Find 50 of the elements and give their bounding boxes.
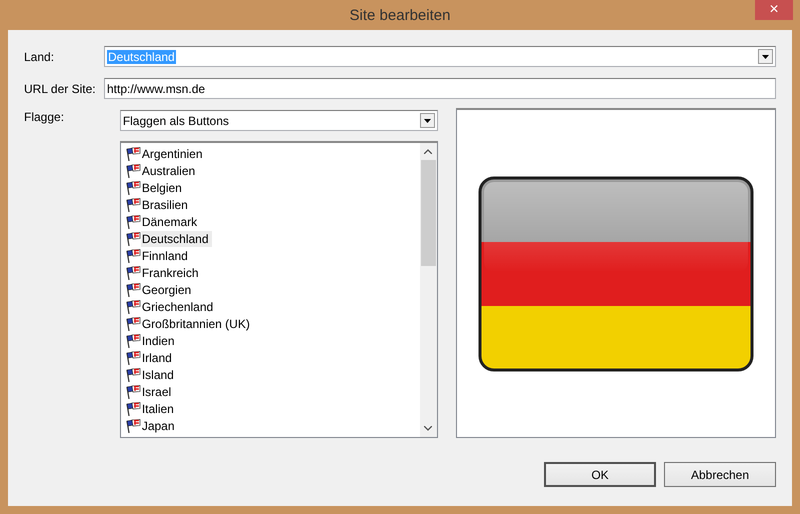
ok-button[interactable]: OK <box>544 462 656 487</box>
list-item[interactable]: Island <box>140 366 177 382</box>
flags-icon <box>124 350 141 364</box>
flags-icon <box>124 300 141 314</box>
list-item[interactable]: Italien <box>140 400 177 416</box>
field-label: Flagge: <box>24 110 64 124</box>
caret-icon <box>424 118 431 122</box>
flags-icon <box>124 402 141 416</box>
flags-icon <box>124 214 141 228</box>
flags-icon <box>124 266 141 280</box>
flags-icon <box>124 180 141 194</box>
list-item[interactable]: Australien <box>140 162 198 178</box>
list-item[interactable]: Griechenland <box>140 298 216 314</box>
list-item[interactable]: Finnland <box>140 248 191 264</box>
flags-icon <box>124 282 141 296</box>
list-item[interactable]: Belgien <box>140 180 185 196</box>
field-label: Land: <box>24 50 56 64</box>
flags-icon <box>124 368 141 382</box>
field-label: URL der Site: <box>24 82 97 96</box>
scrollbar[interactable] <box>420 143 437 437</box>
list-item[interactable]: Indien <box>140 332 178 348</box>
dropdown-button[interactable] <box>420 113 435 128</box>
caret-icon <box>762 54 769 58</box>
close-button[interactable]: × <box>755 0 793 20</box>
cancel-button[interactable]: Abbrechen <box>664 462 776 487</box>
flags-icon <box>124 198 141 212</box>
flags-icon <box>124 334 141 348</box>
list-item[interactable]: Irland <box>140 350 175 366</box>
list-item[interactable]: Japan <box>140 418 178 434</box>
list-item[interactable]: Georgien <box>140 282 194 298</box>
scroll-down-icon[interactable] <box>424 426 432 431</box>
list-item[interactable]: Deutschland <box>140 230 212 246</box>
flags-icon <box>124 248 141 262</box>
list-item[interactable]: Großbritannien (UK) <box>140 316 253 332</box>
list-item[interactable]: Argentinien <box>140 146 206 162</box>
url-field[interactable]: http://www.msn.de <box>104 78 776 99</box>
flags-icon <box>124 316 141 330</box>
scroll-up-icon[interactable] <box>424 149 432 154</box>
dropdown-button[interactable] <box>758 49 773 64</box>
list-item[interactable]: Dänemark <box>140 214 200 230</box>
flags-icon <box>124 164 141 178</box>
flags-icon <box>124 418 141 432</box>
list-item[interactable]: Brasilien <box>140 196 191 212</box>
flags-icon <box>124 384 141 398</box>
flag-style-combobox[interactable]: Flaggen als Buttons <box>120 110 438 131</box>
flags-icon <box>124 146 141 160</box>
list-item[interactable]: Frankreich <box>140 264 202 280</box>
window-title: Site bearbeiten <box>350 6 450 24</box>
flags-icon <box>124 232 141 246</box>
list-item[interactable]: Israel <box>140 384 174 400</box>
